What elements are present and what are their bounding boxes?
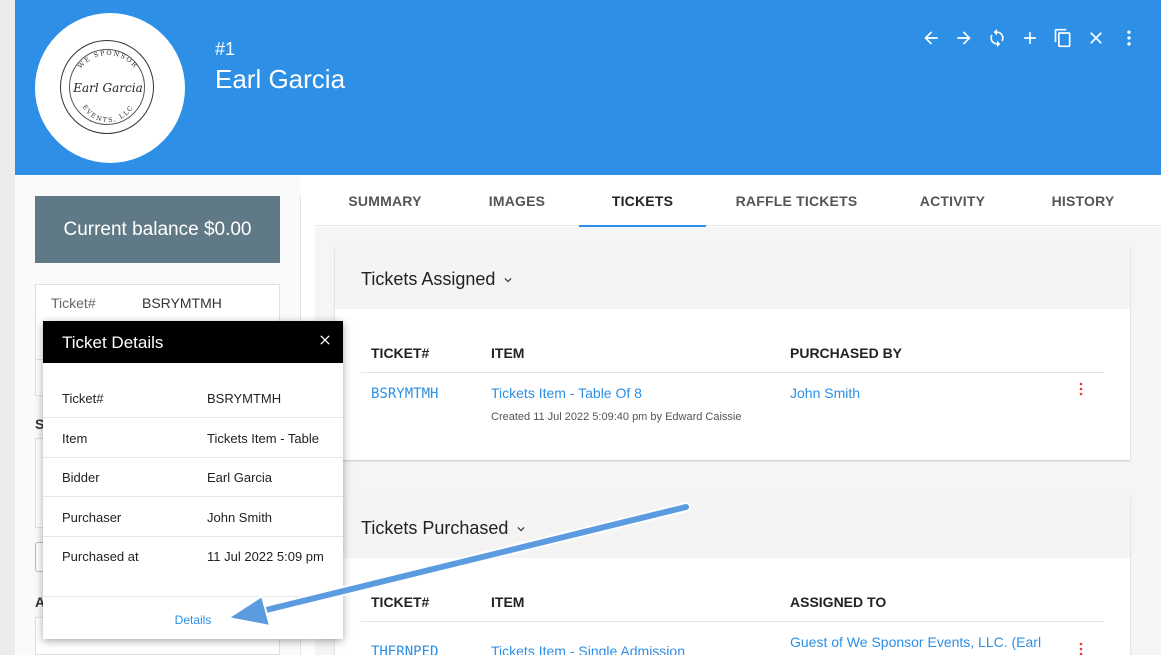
item-link[interactable]: Tickets Item - Table Of 8 — [491, 385, 642, 401]
copy-icon — [1054, 28, 1071, 48]
detail-row-purchaser: Purchaser John Smith — [43, 497, 343, 537]
add-button[interactable] — [1020, 27, 1040, 49]
tickets-assigned-toggle[interactable]: Tickets Assigned — [361, 269, 515, 290]
ticket-value: BSRYMTMH — [142, 295, 222, 311]
column-header-ticket: TICKET# — [371, 345, 430, 361]
close-record-button[interactable] — [1086, 27, 1106, 49]
refresh-button[interactable] — [987, 27, 1007, 49]
tab-raffle-tickets[interactable]: RAFFLE TICKETS — [706, 176, 887, 226]
details-link[interactable]: Details — [43, 613, 343, 627]
ticket-link[interactable]: BSRYMTMH — [371, 386, 438, 402]
close-icon[interactable] — [317, 332, 333, 348]
record-header: WE SPONSOR EVENTS, LLC Earl Garcia #1 Ea… — [15, 0, 1161, 175]
record-name: Earl Garcia — [215, 64, 346, 94]
add-icon — [1024, 32, 1036, 44]
svg-text:Earl Garcia: Earl Garcia — [72, 81, 143, 95]
tickets-purchased-toggle[interactable]: Tickets Purchased — [361, 518, 528, 539]
tab-history[interactable]: HISTORY — [1018, 176, 1148, 226]
more-button[interactable] — [1119, 27, 1139, 49]
chevron-down-icon — [517, 526, 525, 531]
more-vert-icon — [1127, 30, 1131, 46]
forward-button[interactable] — [954, 27, 974, 49]
column-header-ticket: TICKET# — [371, 594, 430, 610]
ticket-link[interactable]: THERNPED — [371, 644, 438, 655]
tickets-assigned-title: Tickets Assigned — [361, 269, 496, 289]
arrow-left-icon — [924, 31, 938, 45]
tickets-purchased-title: Tickets Purchased — [361, 518, 509, 538]
chevron-down-icon — [504, 277, 512, 282]
tab-summary[interactable]: SUMMARY — [315, 176, 455, 226]
refresh-icon — [990, 28, 1004, 48]
arrow-right-icon — [957, 31, 971, 45]
logo-graphic: WE SPONSOR EVENTS, LLC Earl Garcia — [72, 49, 143, 124]
svg-text:WE SPONSOR: WE SPONSOR — [76, 49, 139, 70]
tab-bar: SUMMARY IMAGES TICKETS RAFFLE TICKETS AC… — [315, 176, 1161, 227]
tickets-content: Tickets Assigned TICKET# ITEM PURCHASED … — [315, 227, 1161, 655]
popup-title: Ticket Details — [62, 333, 164, 352]
detail-row-item: Item Tickets Item - Table — [43, 418, 343, 458]
created-info: Created 11 Jul 2022 5:09:40 pm by Edward… — [491, 411, 742, 423]
tab-activity[interactable]: ACTIVITY — [887, 176, 1018, 226]
purchaser-link[interactable]: John Smith — [790, 385, 860, 401]
popup-details-list: Ticket# BSRYMTMH Item Tickets Item - Tab… — [43, 363, 343, 596]
header-toolbar — [921, 27, 1139, 49]
column-header-assigned-to: ASSIGNED TO — [790, 594, 887, 610]
column-header-item: ITEM — [491, 594, 525, 610]
record-number: #1 — [215, 39, 236, 59]
row-menu-icon[interactable] — [1078, 641, 1084, 655]
tickets-assigned-card: Tickets Assigned TICKET# ITEM PURCHASED … — [335, 247, 1130, 460]
tab-images[interactable]: IMAGES — [455, 176, 579, 226]
company-logo: WE SPONSOR EVENTS, LLC Earl Garcia — [60, 40, 154, 134]
row-menu-icon[interactable] — [1078, 381, 1084, 397]
close-icon — [1090, 32, 1102, 44]
column-header-purchased-by: PURCHASED BY — [790, 345, 903, 361]
detail-row-purchased-at: Purchased at 11 Jul 2022 5:09 pm — [62, 549, 324, 564]
item-link[interactable]: Tickets Item - Single Admission — [491, 643, 685, 655]
current-balance: Current balance $0.00 — [35, 196, 280, 263]
duplicate-button[interactable] — [1053, 27, 1073, 49]
ticket-label: Ticket# — [51, 295, 96, 311]
assignee-link[interactable]: Guest of We Sponsor Events, LLC. (Earl — [790, 634, 1041, 650]
back-button[interactable] — [921, 27, 941, 49]
column-header-item: ITEM — [491, 345, 525, 361]
svg-text:EVENTS, LLC: EVENTS, LLC — [81, 103, 136, 124]
detail-row-ticket: Ticket# BSRYMTMH — [43, 378, 343, 418]
tab-tickets[interactable]: TICKETS — [579, 176, 706, 227]
tickets-purchased-card: Tickets Purchased TICKET# ITEM ASSIGNED … — [335, 496, 1130, 655]
ticket-details-popup: Ticket Details Ticket# BSRYMTMH Item Tic… — [43, 321, 343, 639]
detail-row-bidder: Bidder Earl Garcia — [43, 457, 343, 497]
